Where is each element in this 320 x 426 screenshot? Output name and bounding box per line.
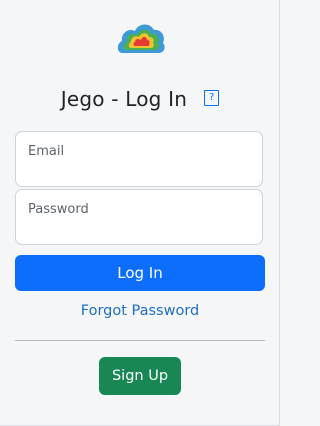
help-icon[interactable]: ? [204, 90, 220, 106]
email-label: Email [28, 144, 65, 159]
page-title: Jego - Log In [60, 87, 188, 111]
cloud-logo-icon [117, 24, 165, 53]
login-panel: Jego - Log In ? Email Password Log In Fo… [0, 0, 280, 426]
password-label: Password [28, 202, 89, 217]
forgot-password-link[interactable]: Forgot Password [0, 303, 280, 319]
login-button[interactable]: Log In [15, 255, 265, 291]
password-input[interactable] [28, 220, 250, 238]
divider [15, 340, 265, 341]
title-row: Jego - Log In ? [0, 87, 280, 111]
email-input[interactable] [28, 162, 250, 180]
signup-button[interactable]: Sign Up [99, 357, 181, 395]
email-field[interactable]: Email [15, 131, 263, 187]
password-field[interactable]: Password [15, 189, 263, 245]
